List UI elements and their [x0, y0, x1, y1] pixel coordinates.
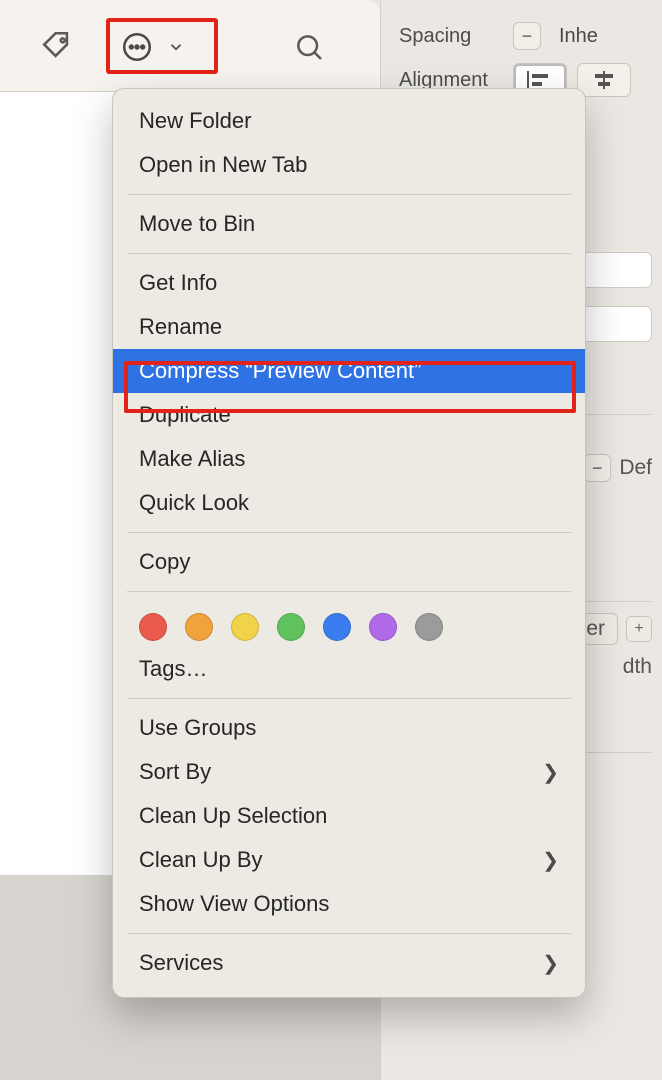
- menu-clean-up-by[interactable]: Clean Up By ❯: [113, 838, 585, 882]
- tag-color-green[interactable]: [277, 613, 305, 641]
- tag-color-orange[interactable]: [185, 613, 213, 641]
- menu-sort-by-label: Sort By: [139, 759, 211, 785]
- menu-duplicate[interactable]: Duplicate: [113, 393, 585, 437]
- default-stepper-minus[interactable]: −: [583, 454, 611, 482]
- menu-divider: [127, 253, 571, 254]
- menu-make-alias[interactable]: Make Alias: [113, 437, 585, 481]
- menu-clean-up-selection[interactable]: Clean Up Selection: [113, 794, 585, 838]
- tag-color-red[interactable]: [139, 613, 167, 641]
- menu-open-new-tab[interactable]: Open in New Tab: [113, 143, 585, 187]
- menu-move-to-bin[interactable]: Move to Bin: [113, 202, 585, 246]
- menu-services-label: Services: [139, 950, 223, 976]
- menu-divider: [127, 194, 571, 195]
- menu-use-groups[interactable]: Use Groups: [113, 706, 585, 750]
- menu-get-info-label: Get Info: [139, 270, 217, 296]
- tag-color-blue[interactable]: [323, 613, 351, 641]
- menu-services[interactable]: Services ❯: [113, 941, 585, 985]
- menu-show-view-options[interactable]: Show View Options: [113, 882, 585, 926]
- menu-duplicate-label: Duplicate: [139, 402, 231, 428]
- tag-color-gray[interactable]: [415, 613, 443, 641]
- context-menu: New Folder Open in New Tab Move to Bin G…: [112, 88, 586, 998]
- tag-color-yellow[interactable]: [231, 613, 259, 641]
- menu-new-folder[interactable]: New Folder: [113, 99, 585, 143]
- menu-divider: [127, 933, 571, 934]
- tag-color-purple[interactable]: [369, 613, 397, 641]
- annotation-box-toolbar: [106, 18, 218, 74]
- menu-show-view-options-label: Show View Options: [139, 891, 329, 917]
- spacing-stepper-minus[interactable]: −: [513, 22, 541, 50]
- menu-rename[interactable]: Rename: [113, 305, 585, 349]
- menu-tags[interactable]: Tags…: [113, 647, 585, 691]
- menu-divider: [127, 591, 571, 592]
- menu-clean-up-selection-label: Clean Up Selection: [139, 803, 327, 829]
- menu-copy-label: Copy: [139, 549, 190, 575]
- tag-icon[interactable]: [38, 27, 76, 65]
- chevron-right-icon: ❯: [542, 760, 559, 785]
- spacing-label: Spacing: [399, 25, 495, 48]
- spacing-row: Spacing − Inhe: [399, 14, 652, 58]
- menu-get-info[interactable]: Get Info: [113, 261, 585, 305]
- spacing-value: Inhe: [559, 25, 652, 48]
- chevron-right-icon: ❯: [542, 848, 559, 873]
- menu-rename-label: Rename: [139, 314, 222, 340]
- menu-new-folder-label: New Folder: [139, 108, 251, 134]
- menu-make-alias-label: Make Alias: [139, 446, 245, 472]
- menu-open-new-tab-label: Open in New Tab: [139, 152, 307, 178]
- menu-tag-colors: [113, 599, 585, 647]
- menu-compress[interactable]: Compress “Preview Content”: [113, 349, 585, 393]
- menu-copy[interactable]: Copy: [113, 540, 585, 584]
- width-value: dth: [623, 655, 652, 679]
- menu-sort-by[interactable]: Sort By ❯: [113, 750, 585, 794]
- menu-compress-label: Compress “Preview Content”: [139, 358, 421, 384]
- menu-move-to-bin-label: Move to Bin: [139, 211, 255, 237]
- menu-divider: [127, 532, 571, 533]
- chevron-right-icon: ❯: [542, 951, 559, 976]
- menu-use-groups-label: Use Groups: [139, 715, 256, 741]
- menu-clean-up-by-label: Clean Up By: [139, 847, 263, 873]
- menu-quick-look[interactable]: Quick Look: [113, 481, 585, 525]
- menu-divider: [127, 698, 571, 699]
- menu-quick-look-label: Quick Look: [139, 490, 249, 516]
- align-center-button[interactable]: [577, 63, 631, 97]
- default-value: Def: [619, 456, 652, 480]
- menu-tags-label: Tags…: [139, 656, 207, 682]
- weather-add-button[interactable]: +: [626, 616, 652, 642]
